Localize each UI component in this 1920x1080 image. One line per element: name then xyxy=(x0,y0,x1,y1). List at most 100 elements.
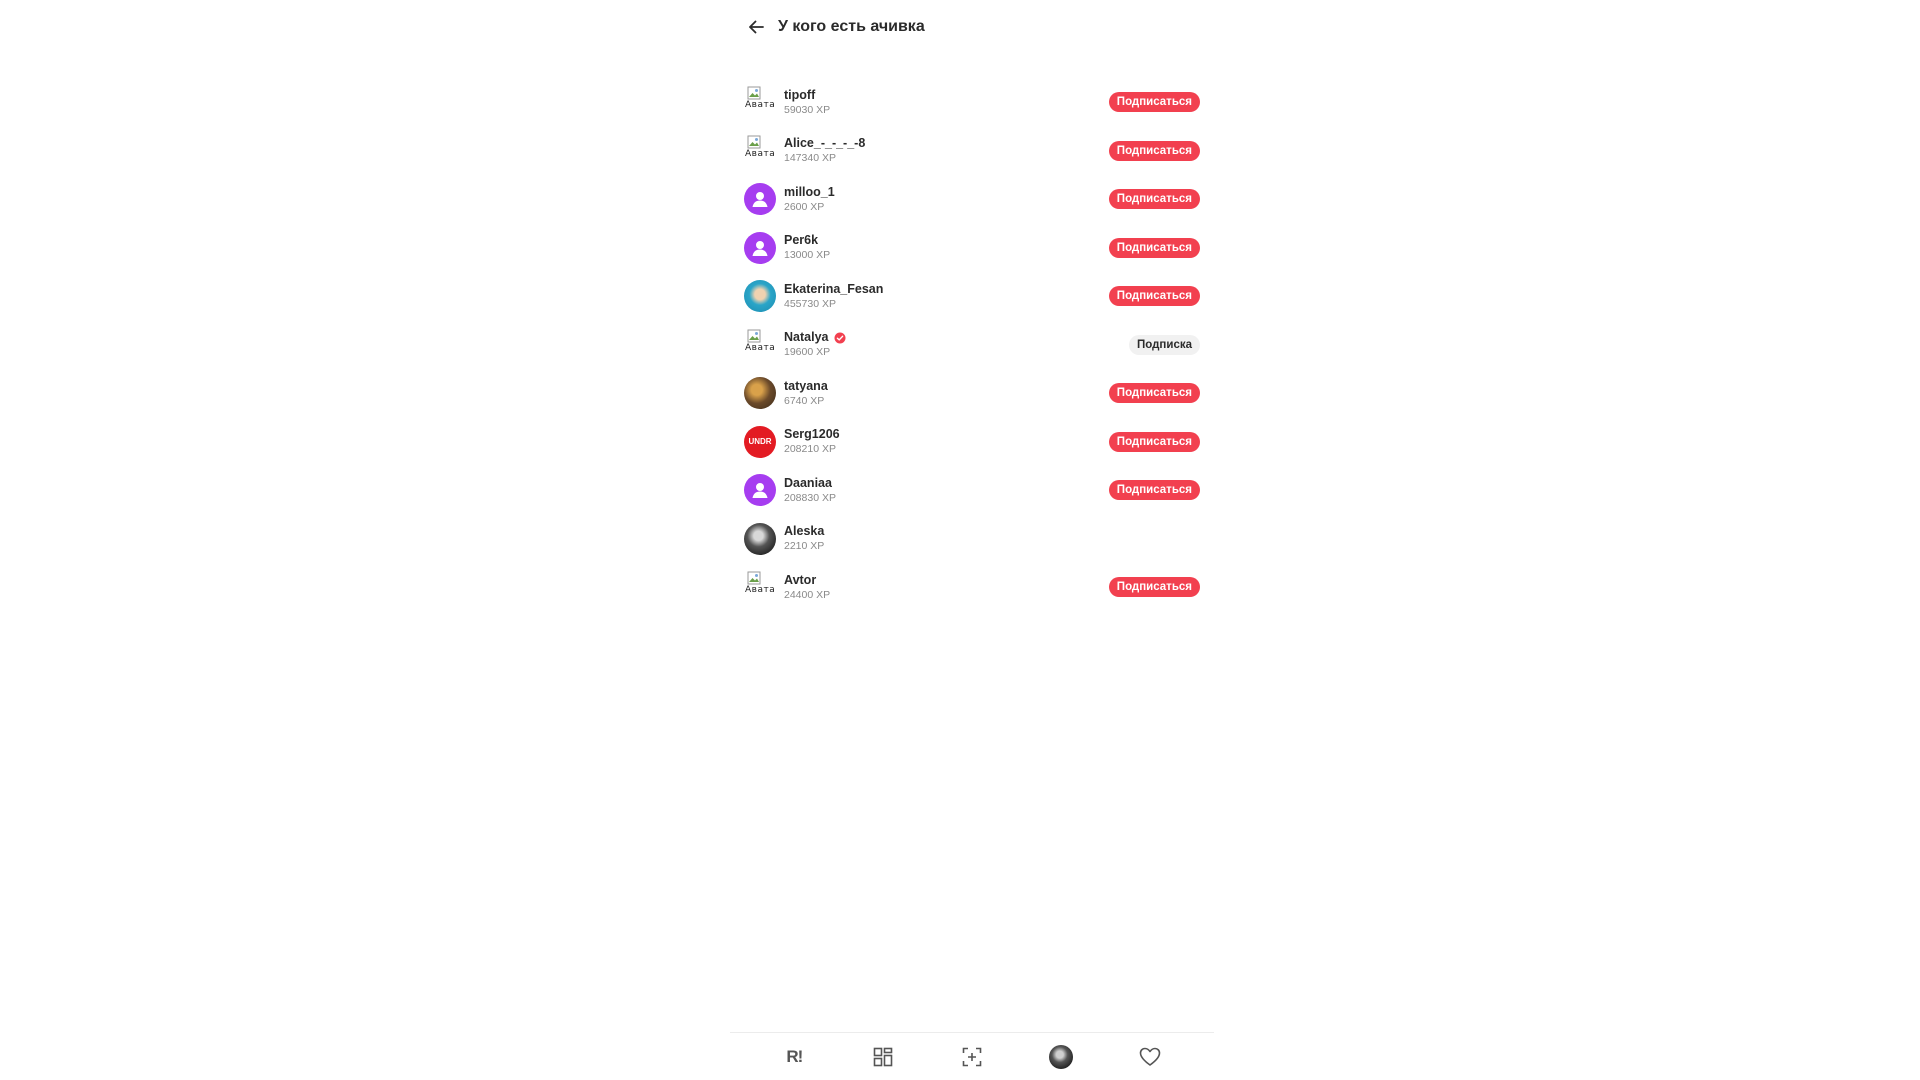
user-avatar[interactable] xyxy=(744,280,776,313)
user-name[interactable]: tipoff xyxy=(784,88,815,103)
user-xp: 59030 XP xyxy=(784,103,831,116)
default-person-icon xyxy=(752,483,768,499)
app-logo-icon: R! xyxy=(786,1046,803,1066)
user-avatar[interactable] xyxy=(744,474,776,507)
user-xp: 2600 XP xyxy=(784,200,825,213)
user-name-line: Alice_-_-_-_-8 xyxy=(784,136,865,151)
user-row[interactable]: milloo_1 2600 XP Подписаться xyxy=(744,175,1200,224)
user-info: Daaniaa 208830 XP xyxy=(784,476,836,505)
app-column: У кого есть ачивка Авата tipoff 59030 XP По… xyxy=(730,0,1214,1080)
user-name-line: Per6k xyxy=(784,233,830,248)
user-avatar[interactable] xyxy=(744,522,776,555)
user-name-line: Daaniaa xyxy=(784,476,836,491)
user-xp: 6740 XP xyxy=(784,394,825,407)
page-title: У кого есть ачивка xyxy=(778,18,925,35)
user-name-line: tatyana xyxy=(784,379,828,394)
user-xp: 13000 XP xyxy=(784,249,831,262)
user-row[interactable]: Per6k 13000 XP Подписаться xyxy=(744,224,1200,273)
user-avatar[interactable] xyxy=(744,183,776,216)
user-row[interactable]: Авата Natalya 19600 XP Подписка xyxy=(744,321,1200,370)
user-name-line: Ekaterina_Fesan xyxy=(784,282,883,297)
user-info: Serg1206 208210 XP xyxy=(784,427,840,456)
user-xp: 208210 XP xyxy=(784,443,836,456)
user-row[interactable]: Авата Avtor 24400 XP Подписаться xyxy=(744,563,1200,612)
user-name-line: Avtor xyxy=(784,573,830,588)
subscribe-button[interactable]: Подписаться xyxy=(1108,286,1200,306)
user-xp: 208830 XP xyxy=(784,491,836,504)
user-name[interactable]: Aleska xyxy=(784,524,824,539)
user-info: Per6k 13000 XP xyxy=(784,233,830,262)
nav-home[interactable]: R! xyxy=(778,1041,810,1073)
user-name-line: tipoff xyxy=(784,88,830,103)
user-name[interactable]: tatyana xyxy=(784,379,828,394)
heart-icon xyxy=(1139,1047,1160,1066)
user-name[interactable]: Avtor xyxy=(784,573,816,588)
add-capture-icon xyxy=(962,1047,982,1066)
grid-icon xyxy=(873,1047,893,1066)
user-name[interactable]: milloo_1 xyxy=(784,185,835,200)
nav-favorites[interactable] xyxy=(1134,1041,1166,1073)
user-info: milloo_1 2600 XP xyxy=(784,185,835,214)
user-info: Natalya 19600 XP xyxy=(784,330,846,359)
nav-create[interactable] xyxy=(956,1041,988,1073)
avatar-alt-text: Авата xyxy=(745,585,776,596)
user-xp: 147340 XP xyxy=(784,152,836,165)
nav-profile[interactable] xyxy=(1045,1041,1077,1073)
subscribe-button[interactable]: Подписаться xyxy=(1108,237,1200,258)
user-info: Ekaterina_Fesan 455730 XP xyxy=(784,282,883,311)
user-xp: 24400 XP xyxy=(784,588,831,601)
user-avatar[interactable] xyxy=(744,231,776,264)
avatar-alt-text: Авата xyxy=(745,100,776,111)
user-xp: 19600 XP xyxy=(784,346,831,359)
user-avatar[interactable] xyxy=(744,377,776,410)
user-avatar[interactable]: Авата xyxy=(744,134,776,167)
user-avatar[interactable]: Авата xyxy=(744,86,776,119)
user-info: tipoff 59030 XP xyxy=(784,88,830,117)
header: У кого есть ачивка xyxy=(744,10,925,44)
default-person-icon xyxy=(752,240,768,256)
user-row[interactable]: Авата Alice_-_-_-_-8 147340 XP Подписаться xyxy=(744,127,1200,176)
avatar-logo-text: UNDR xyxy=(748,437,772,447)
subscribe-button[interactable]: Подписаться xyxy=(1108,140,1200,161)
nav-feed[interactable] xyxy=(867,1041,899,1073)
user-info: Avtor 24400 XP xyxy=(784,573,830,602)
user-name[interactable]: Serg1206 xyxy=(784,427,840,442)
subscribe-button[interactable]: Подписаться xyxy=(1108,480,1200,500)
user-row[interactable]: tatyana 6740 XP Подписаться xyxy=(744,369,1200,418)
user-name-line: milloo_1 xyxy=(784,185,835,200)
user-row[interactable]: Aleska 2210 XP xyxy=(744,515,1200,564)
subscribe-button[interactable]: Подписаться xyxy=(1108,431,1200,452)
user-xp: 455730 XP xyxy=(784,297,836,310)
broken-image-icon xyxy=(747,571,761,585)
user-avatar[interactable]: Авата xyxy=(744,328,776,361)
subscribe-button[interactable]: Подписаться xyxy=(1108,577,1200,597)
back-button[interactable] xyxy=(744,15,768,39)
user-avatar[interactable]: Авата xyxy=(744,571,776,604)
user-name[interactable]: Alice_-_-_-_-8 xyxy=(784,136,865,151)
broken-image-icon xyxy=(747,329,761,343)
broken-image-icon xyxy=(747,86,761,100)
user-row[interactable]: UNDR Serg1206 208210 XP Подписаться xyxy=(744,418,1200,467)
avatar-alt-text: Авата xyxy=(745,148,776,159)
subscribe-button[interactable]: Подписаться xyxy=(1108,92,1200,112)
user-name[interactable]: Daaniaa xyxy=(784,476,832,491)
user-avatar[interactable]: UNDR xyxy=(744,425,776,458)
subscribe-button[interactable]: Подписаться xyxy=(1108,189,1200,209)
user-name[interactable]: Natalya xyxy=(784,330,828,345)
user-info: Aleska 2210 XP xyxy=(784,524,824,553)
user-xp: 2210 XP xyxy=(784,540,825,553)
user-name[interactable]: Ekaterina_Fesan xyxy=(784,282,883,297)
avatar-alt-text: Авата xyxy=(745,342,776,353)
verified-badge-icon xyxy=(834,332,846,344)
user-row[interactable]: Ekaterina_Fesan 455730 XP Подписаться xyxy=(744,272,1200,321)
user-row[interactable]: Daaniaa 208830 XP Подписаться xyxy=(744,466,1200,515)
user-list: Авата tipoff 59030 XP Подписаться Авата Alice… xyxy=(744,78,1200,612)
broken-image-icon xyxy=(747,135,761,149)
following-button[interactable]: Подписка xyxy=(1128,334,1200,355)
user-row[interactable]: Авата tipoff 59030 XP Подписаться xyxy=(744,78,1200,127)
profile-avatar xyxy=(1048,1044,1073,1069)
subscribe-button[interactable]: Подписаться xyxy=(1108,383,1200,403)
bottom-nav: R! xyxy=(730,1032,1214,1080)
user-name[interactable]: Per6k xyxy=(784,233,818,248)
user-info: tatyana 6740 XP xyxy=(784,379,828,408)
